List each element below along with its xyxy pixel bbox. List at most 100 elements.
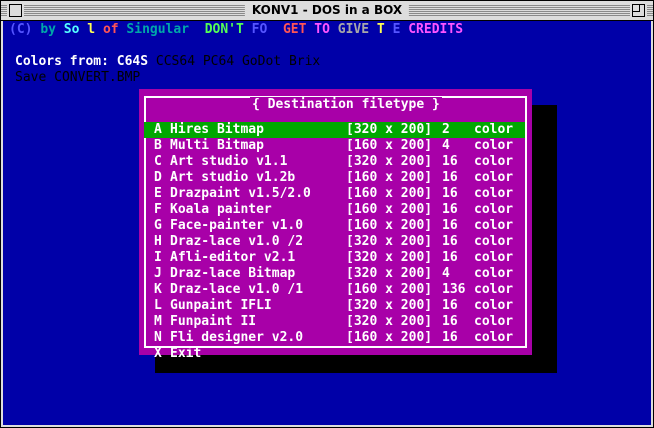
option-name: Face-painter v1.0 [170,218,304,233]
credits-segment: CREDITS [408,22,464,37]
option-unit: color [474,250,514,265]
dialog-title: { Destination filetype } [250,97,442,113]
option-key: G [154,218,162,233]
option-resolution: [160 x 200] [346,138,433,153]
option-key: N [154,330,162,345]
option-resolution: [320 x 200] [346,234,433,249]
option-resolution: [320 x 200] [346,266,433,281]
filetype-option-i[interactable]: I Afli-editor v2.1 [320 x 200] 16 color [144,250,525,266]
filetype-option-b[interactable]: B Multi Bitmap [160 x 200] 4 color [144,138,525,154]
option-resolution: [160 x 200] [346,186,433,201]
option-name: Multi Bitmap [170,138,264,153]
option-colors: 16 [442,202,458,217]
filetype-option-l[interactable]: L Gunpaint IFLI [320 x 200] 16 color [144,298,525,314]
credits-segment: l [87,22,103,37]
option-colors: 16 [442,314,458,329]
save-line: Save CONVERT.BMP [15,70,141,85]
option-unit: color [474,330,514,345]
option-name: Draz-lace Bitmap [170,266,296,281]
option-key: C [154,154,162,169]
filetype-option-g[interactable]: G Face-painter v1.0 [160 x 200] 16 color [144,218,525,234]
option-key: D [154,170,162,185]
option-name: Fli designer v2.0 [170,330,304,345]
option-name: Hires Bitmap [170,122,264,137]
option-name: Draz-lace v1.0 /2 [170,234,304,249]
option-colors: 136 [442,282,466,297]
close-box-button[interactable] [9,4,22,17]
option-resolution: [320 x 200] [346,314,433,329]
credits-segment: of [102,22,127,37]
credits-segment: So [63,22,80,37]
option-unit: color [474,170,514,185]
colors-from-selected[interactable]: C64S [117,54,148,69]
option-unit: color [474,202,514,217]
option-resolution: [320 x 200] [346,154,433,169]
option-key: I [154,250,162,265]
filetype-option-m[interactable]: M Funpaint II [320 x 200] 16 color [144,314,525,330]
dos-screen[interactable]: (C) by So l of Singular DON'T FO GET TO … [3,21,651,425]
option-unit: color [474,138,514,153]
filetype-option-c[interactable]: C Art studio v1.1 [320 x 200] 16 color [144,154,525,170]
option-colors: 16 [442,170,458,185]
filetype-option-a[interactable]: A Hires Bitmap [320 x 200] 2 color [144,122,525,138]
option-key: A [154,122,162,137]
credits-segment: T [376,22,393,37]
option-resolution: [160 x 200] [346,282,433,297]
credits-segment: TO [314,22,338,37]
option-name: Afli-editor v2.1 [170,250,296,265]
option-name: Exit [170,346,202,361]
option-key: M [154,314,162,329]
credits-segment: (C) [9,22,41,37]
credits-segment: FO [251,22,268,37]
option-resolution: [320 x 200] [346,298,433,313]
filetype-option-n[interactable]: N Fli designer v2.0 [160 x 200] 16 color [144,330,525,346]
option-colors: 16 [442,186,458,201]
option-name: Drazpaint v1.5/2.0 [170,186,311,201]
option-resolution: [160 x 200] [346,170,433,185]
credits-segment: GIVE [337,22,377,37]
option-colors: 16 [442,234,458,249]
filetype-option-h[interactable]: H Draz-lace v1.0 /2 [320 x 200] 16 color [144,234,525,250]
option-unit: color [474,282,514,297]
option-key: F [154,202,162,217]
filetype-option-f[interactable]: F Koala painter [160 x 200] 16 color [144,202,525,218]
credits-segment: E [392,22,409,37]
option-name: Funpaint II [170,314,257,329]
colors-from-label: Colors from: [15,54,109,69]
title-bar[interactable]: KONV1 - DOS in a BOX [1,1,653,21]
option-key: E [154,186,162,201]
filetype-option-e[interactable]: E Drazpaint v1.5/2.0 [160 x 200] 16 color [144,186,525,202]
option-resolution: [160 x 200] [346,330,433,345]
destination-filetype-dialog: { Destination filetype } A Hires Bitmap [3… [139,89,532,361]
filetype-option-j[interactable]: J Draz-lace Bitmap [320 x 200] 4 color [144,266,525,282]
filetype-option-x[interactable]: X Exit [144,346,525,362]
option-unit: color [474,266,514,281]
option-colors: 16 [442,154,458,169]
option-resolution: [160 x 200] [346,202,433,217]
filetype-option-d[interactable]: D Art studio v1.2b [160 x 200] 16 color [144,170,525,186]
option-unit: color [474,186,514,201]
zoom-box-button[interactable] [632,4,645,17]
credits-segment: GET [282,22,315,37]
option-key: L [154,298,162,313]
option-unit: color [474,218,514,233]
credits-line: (C) by So l of Singular DON'T FO GET TO … [9,22,463,38]
option-key: H [154,234,162,249]
option-key: B [154,138,162,153]
option-name: Gunpaint IFLI [170,298,272,313]
option-name: Koala painter [170,202,272,217]
option-resolution: [320 x 200] [346,250,433,265]
option-unit: color [474,234,514,249]
dos-box-window: KONV1 - DOS in a BOX (C) by So l of Sing… [0,0,654,428]
option-colors: 16 [442,330,458,345]
option-name: Art studio v1.2b [170,170,296,185]
option-name: Draz-lace v1.0 /1 [170,282,304,297]
colors-from-options[interactable]: CCS64 PC64 GoDot Brix [156,54,320,69]
credits-segment [267,22,283,37]
option-colors: 4 [442,266,450,281]
option-name: Art studio v1.1 [170,154,288,169]
credits-segment: Singular [126,22,205,37]
colors-from-line: Colors from: C64S CCS64 PC64 GoDot Brix [15,54,320,70]
filetype-option-k[interactable]: K Draz-lace v1.0 /1 [160 x 200] 136 color [144,282,525,298]
option-resolution: [320 x 200] [346,122,433,137]
